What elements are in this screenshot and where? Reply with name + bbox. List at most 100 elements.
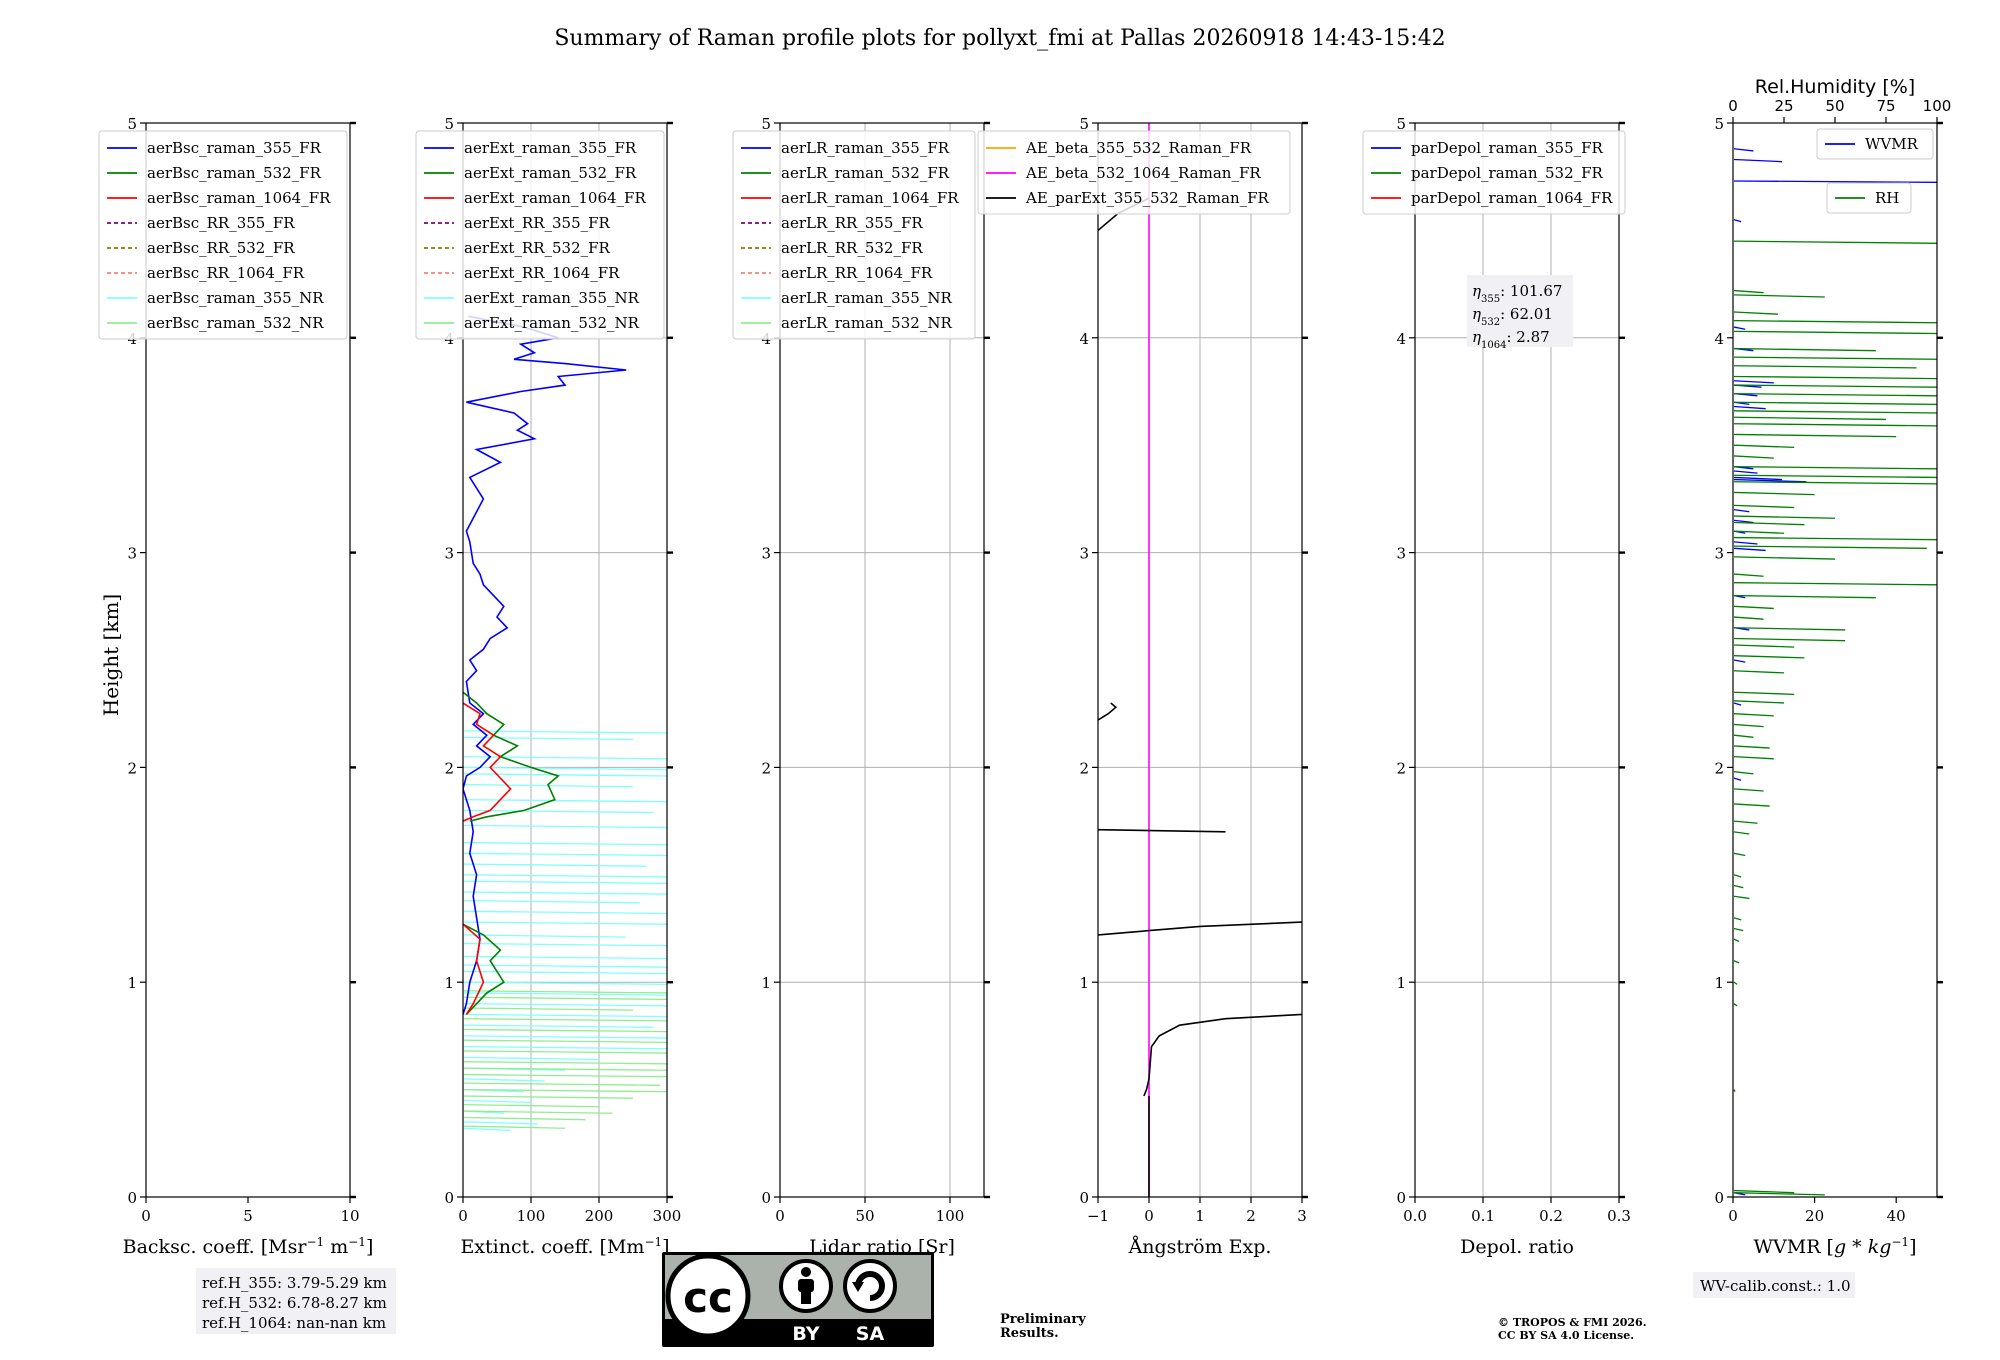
legend-label: aerLR_raman_532_FR <box>781 164 950 182</box>
top-x-tick-label: 0 <box>1728 97 1738 115</box>
y-tick-label: 1 <box>761 974 771 992</box>
noise-spike <box>1733 294 1825 298</box>
y-tick-label: 5 <box>1714 115 1724 133</box>
noise-spike <box>1733 148 1754 152</box>
noise-spike <box>463 1035 667 1039</box>
legend-label: parDepol_raman_355_FR <box>1411 139 1604 157</box>
top-x-tick-label: 75 <box>1876 97 1895 115</box>
noise-spike <box>1733 556 1836 560</box>
figure: Summary of Raman profile plots for polly… <box>98 26 1952 1347</box>
legend-ae: AE_beta_355_532_Raman_FR AE_beta_532_1064… <box>977 130 1291 215</box>
noise-spike <box>463 1039 667 1043</box>
y-tick-label: 5 <box>127 115 137 133</box>
legend-label: parDepol_raman_1064_FR <box>1411 189 1613 207</box>
noise-spike <box>1733 788 1764 792</box>
noise-spike <box>463 863 647 867</box>
noise-spike <box>1733 981 1738 985</box>
noise-spike <box>1733 289 1764 294</box>
legend-label: aerLR_RR_355_FR <box>781 214 923 232</box>
noise-spike <box>1733 917 1742 921</box>
y-tick-label: 4 <box>1396 330 1406 348</box>
legend-label: aerLR_raman_532_NR <box>781 314 952 332</box>
x-tick-label: 0.0 <box>1403 1207 1427 1225</box>
y-tick-label: 4 <box>1079 330 1089 348</box>
noise-spike <box>463 880 667 885</box>
x-axis-label: Backsc. coeff. [Msr−1 m−1] <box>123 1235 374 1258</box>
noise-spike <box>463 809 654 814</box>
noise-spike <box>463 970 667 975</box>
eta-box: η355: 101.67η532: 62.01η1064: 2.87 <box>1467 275 1573 351</box>
legend-label: aerBsc_RR_355_FR <box>147 214 295 232</box>
noise-spike <box>463 1050 667 1054</box>
panel-ext: 0123450100200300Extinct. coeff. [Mm−1]ae… <box>415 115 681 1258</box>
copyright-line1: © TROPOS & FMI 2026. <box>1498 1316 1647 1329</box>
noise-spike <box>463 1121 538 1125</box>
legend-wvmr: WVMR <box>1816 128 1934 160</box>
x-tick-label: 50 <box>855 1207 874 1225</box>
legend-label: aerExt_raman_532_FR <box>464 164 637 182</box>
panel-dep: 0 1 2 3 4 5 0.0 0.1 0.2 0.3 Depol. ratio parDepol_r… <box>1362 115 1631 1258</box>
noise-spike <box>463 1078 545 1082</box>
noise-spike <box>1733 777 1742 781</box>
series-line <box>1098 702 1118 721</box>
series-line <box>463 315 627 1015</box>
legend-label: aerBsc_raman_532_NR <box>147 314 324 332</box>
noise-spike <box>1733 330 1937 335</box>
x-tick-label: 0 <box>458 1207 468 1225</box>
noise-spike <box>1733 756 1774 760</box>
top-x-axis-label: Rel.Humidity [%] <box>1755 76 1915 98</box>
noise-spike <box>1733 700 1785 704</box>
legend-label: AE_parExt_355_532_Raman_FR <box>1025 189 1270 207</box>
noise-spike <box>1733 474 1937 479</box>
noise-spike <box>1733 594 1876 599</box>
noise-spike <box>1733 547 1766 552</box>
noise-spike <box>463 798 667 803</box>
y-tick-label: 0 <box>1714 1189 1724 1207</box>
noise-spike <box>463 1003 667 1007</box>
noise-spike <box>1733 319 1937 324</box>
x-tick-label: 2 <box>1246 1207 1256 1225</box>
noise-spike <box>463 934 627 938</box>
series-line <box>463 702 512 822</box>
figure-title: Summary of Raman profile plots for polly… <box>554 26 1445 51</box>
wv-calib-const: WV-calib.const.: 1.0 <box>1700 1277 1851 1295</box>
noise-spike <box>463 1061 667 1065</box>
plot-area-wv <box>1733 148 1937 1196</box>
x-axis-label: WVMR [g * kg−1] <box>1753 1235 1916 1258</box>
x-tick-label: −1 <box>1087 1207 1109 1225</box>
x-tick-label: 100 <box>936 1207 965 1225</box>
y-tick-label: 1 <box>444 974 454 992</box>
y-tick-label: 5 <box>1396 115 1406 133</box>
ref-height-1064: ref.H_1064: nan-nan km <box>202 1314 386 1332</box>
noise-spike <box>463 891 667 895</box>
noise-spike <box>1733 644 1795 648</box>
noise-spike <box>463 773 667 777</box>
top-x-tick-label: 100 <box>1923 97 1952 115</box>
x-tick-label: 5 <box>243 1207 253 1225</box>
noise-spike <box>1733 659 1746 663</box>
y-tick-label: 2 <box>444 759 454 777</box>
y-tick-label: 0 <box>1396 1189 1406 1207</box>
noise-spike <box>463 921 667 925</box>
x-tick-label: 3 <box>1297 1207 1307 1225</box>
preliminary-note-line1: Preliminary <box>1000 1312 1086 1327</box>
top-x-tick-label: 50 <box>1825 97 1844 115</box>
noise-spike <box>1733 1192 1825 1196</box>
noise-spike <box>1733 365 1917 369</box>
legend-label: aerBsc_RR_1064_FR <box>147 264 305 282</box>
legend-label: aerExt_raman_1064_FR <box>464 189 646 207</box>
noise-spike <box>1733 1089 1736 1093</box>
noise-spike <box>1733 401 1937 406</box>
noise-spike <box>1733 470 1758 474</box>
noise-spike <box>1733 491 1815 496</box>
ref-height-355: ref.H_355: 3.79-5.29 km <box>202 1274 387 1292</box>
noise-spike <box>1733 852 1746 857</box>
noise-spike <box>463 1099 532 1104</box>
series-line <box>1143 1013 1302 1097</box>
noise-spike <box>1733 655 1805 659</box>
noise-spike <box>1733 515 1836 519</box>
noise-spike <box>463 1007 634 1011</box>
legend-box <box>415 130 665 340</box>
noise-spike <box>1733 481 1937 485</box>
panels: 0123450510Backsc. coeff. [Msr−1 m−1]aerB… <box>98 76 1952 1258</box>
